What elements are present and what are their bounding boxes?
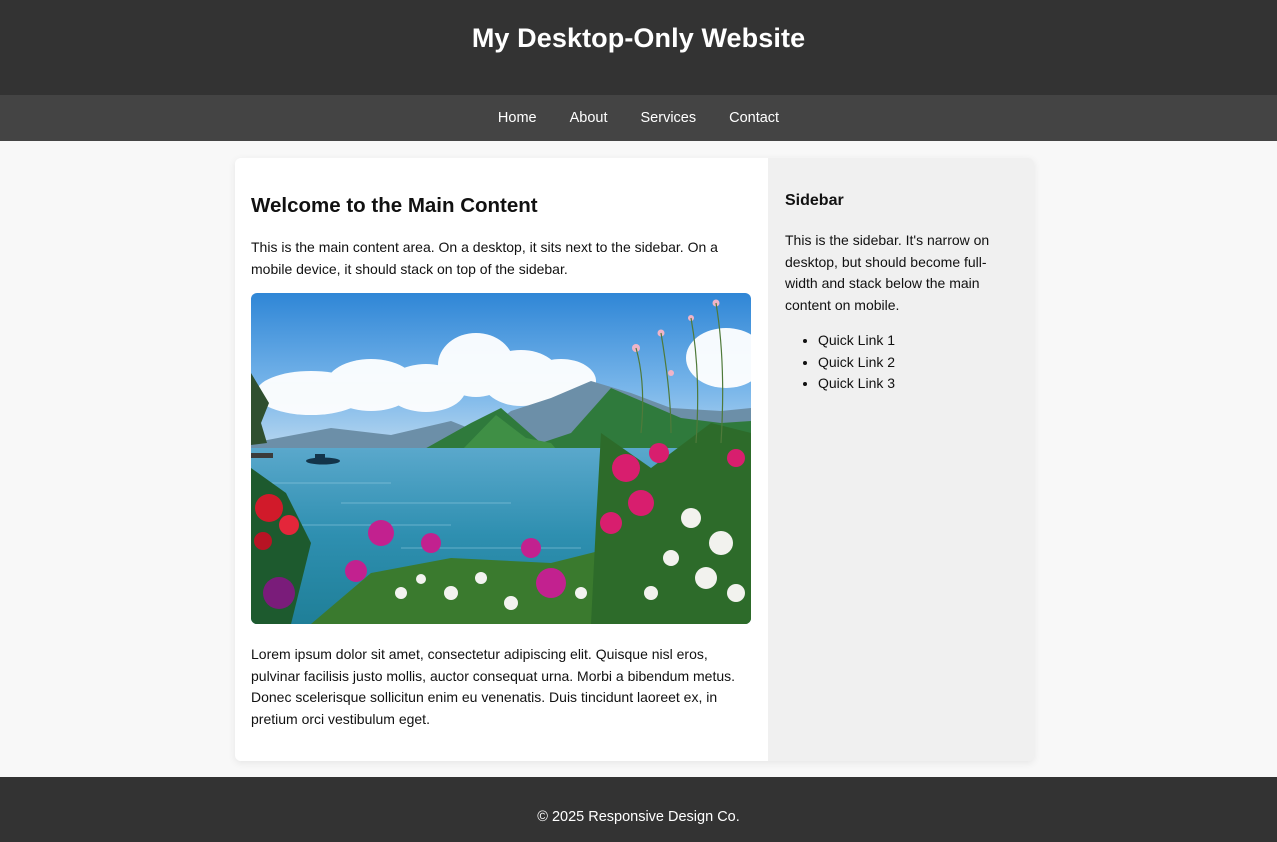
quick-link-1[interactable]: Quick Link 1 xyxy=(818,330,1017,352)
main-heading: Welcome to the Main Content xyxy=(251,194,538,217)
sidebar-heading: Sidebar xyxy=(785,192,844,209)
quick-link-2[interactable]: Quick Link 2 xyxy=(818,352,1017,374)
quick-links-list: Quick Link 1 Quick Link 2 Quick Link 3 xyxy=(785,330,1017,395)
main-intro-text: This is the main content area. On a desk… xyxy=(251,239,718,277)
site-header: My Desktop-Only Website xyxy=(0,0,1277,95)
sidebar: Sidebar This is the sidebar. It's narrow… xyxy=(768,158,1034,761)
quick-link-3[interactable]: Quick Link 3 xyxy=(818,373,1017,395)
main-body-text: Lorem ipsum dolor sit amet, consectetur … xyxy=(251,646,736,727)
content-container: Welcome to the Main Content This is the … xyxy=(235,158,1034,761)
page-body: Welcome to the Main Content This is the … xyxy=(0,141,1277,777)
site-title: My Desktop-Only Website xyxy=(471,23,806,53)
footer-copyright: © 2025 Responsive Design Co. xyxy=(537,809,740,825)
nav-link-home[interactable]: Home xyxy=(481,95,553,141)
hero-image xyxy=(251,293,751,624)
main-nav: Home About Services Contact xyxy=(0,95,1277,141)
nav-link-contact[interactable]: Contact xyxy=(713,95,796,141)
site-footer: © 2025 Responsive Design Co. xyxy=(0,777,1277,842)
nav-link-about[interactable]: About xyxy=(553,95,624,141)
nav-link-services[interactable]: Services xyxy=(624,95,713,141)
main-content: Welcome to the Main Content This is the … xyxy=(235,158,768,761)
sidebar-text: This is the sidebar. It's narrow on desk… xyxy=(785,232,990,313)
